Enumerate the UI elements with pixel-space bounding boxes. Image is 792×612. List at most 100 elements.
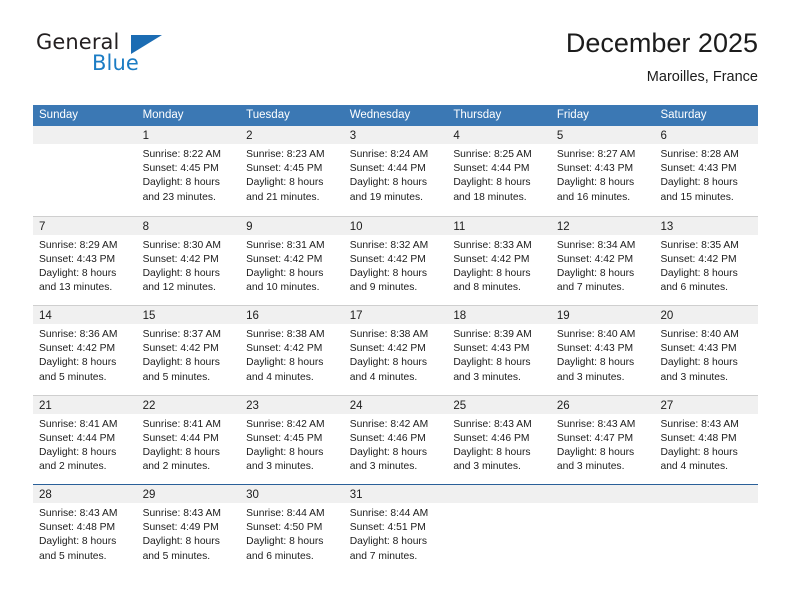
sunset-text: Sunset: 4:49 PM bbox=[142, 522, 219, 534]
day-details: Sunrise: 8:31 AM Sunset: 4:42 PM Daylight:… bbox=[240, 235, 344, 296]
day-cell[interactable]: 15 Sunrise: 8:37 AM Sunset: 4:42 PM Dayligh… bbox=[136, 306, 241, 395]
daylight-text-line1: Daylight: 8 hours bbox=[453, 177, 531, 189]
calendar-week-row: 7 Sunrise: 8:29 AM Sunset: 4:43 PM Daylight… bbox=[33, 215, 759, 305]
day-number-band bbox=[654, 485, 759, 503]
day-details: Sunrise: 8:43 AM Sunset: 4:48 PM Daylight:… bbox=[654, 414, 758, 475]
weekday-header-tuesday: Tuesday bbox=[246, 109, 290, 121]
day-cell[interactable]: 14 Sunrise: 8:36 AM Sunset: 4:42 PM Dayligh… bbox=[33, 306, 137, 395]
daylight-text-line2: and 13 minutes. bbox=[39, 282, 113, 294]
day-cell[interactable]: 7 Sunrise: 8:29 AM Sunset: 4:43 PM Daylight… bbox=[33, 216, 137, 305]
day-cell[interactable]: 16 Sunrise: 8:38 AM Sunset: 4:42 PM Dayligh… bbox=[240, 306, 344, 395]
sunset-text: Sunset: 4:45 PM bbox=[142, 163, 219, 175]
daylight-text-line2: and 3 minutes. bbox=[556, 371, 625, 383]
sunset-text: Sunset: 4:42 PM bbox=[246, 253, 323, 265]
day-cell[interactable]: 18 Sunrise: 8:39 AM Sunset: 4:43 PM Dayligh… bbox=[447, 306, 551, 395]
day-number: 27 bbox=[660, 399, 674, 412]
sunrise-text: Sunrise: 8:32 AM bbox=[349, 239, 429, 251]
day-cell[interactable]: 13 Sunrise: 8:35 AM Sunset: 4:42 PM Dayligh… bbox=[654, 216, 759, 305]
day-number: 20 bbox=[660, 310, 674, 322]
calendar-grid: Sunday Monday Tuesday Wednesday Thursday Frid… bbox=[33, 105, 759, 574]
calendar-week-row: 14 Sunrise: 8:36 AM Sunset: 4:42 PM Dayligh… bbox=[33, 305, 759, 395]
day-cell[interactable]: 28 Sunrise: 8:43 AM Sunset: 4:48 PM Dayligh… bbox=[33, 485, 137, 574]
day-number-band: 17 bbox=[343, 306, 448, 324]
page-title: December 2025 bbox=[565, 28, 758, 58]
day-number-band: 29 bbox=[136, 485, 241, 503]
day-cell[interactable]: 23 Sunrise: 8:42 AM Sunset: 4:45 PM Dayligh… bbox=[240, 395, 344, 484]
day-number-band: 22 bbox=[136, 395, 241, 414]
day-cell[interactable]: 22 Sunrise: 8:41 AM Sunset: 4:44 PM Dayligh… bbox=[136, 395, 241, 484]
sunrise-text: Sunrise: 8:29 AM bbox=[39, 239, 118, 251]
daylight-text-line2: and 10 minutes. bbox=[246, 282, 320, 294]
daylight-text-line2: and 19 minutes. bbox=[349, 191, 424, 203]
weekday-header-sunday: Sunday bbox=[39, 109, 79, 121]
day-details: Sunrise: 8:41 AM Sunset: 4:44 PM Daylight:… bbox=[33, 414, 137, 475]
day-details: Sunrise: 8:43 AM Sunset: 4:48 PM Daylight:… bbox=[33, 503, 137, 564]
sunrise-text: Sunrise: 8:40 AM bbox=[660, 329, 739, 340]
daylight-text-line1: Daylight: 8 hours bbox=[246, 177, 324, 189]
day-cell[interactable]: 1 Sunrise: 8:22 AM Sunset: 4:45 PM Daylight… bbox=[136, 126, 241, 216]
day-cell[interactable]: 26 Sunrise: 8:43 AM Sunset: 4:47 PM Dayligh… bbox=[550, 395, 655, 484]
day-cell[interactable]: 4 Sunrise: 8:25 AM Sunset: 4:44 PM Daylight… bbox=[447, 126, 551, 216]
day-cell[interactable]: 2 Sunrise: 8:23 AM Sunset: 4:45 PM Daylight… bbox=[240, 126, 344, 216]
sunset-text: Sunset: 4:42 PM bbox=[660, 253, 737, 265]
day-number-band: 25 bbox=[447, 395, 551, 414]
daylight-text-line1: Daylight: 8 hours bbox=[39, 446, 117, 458]
sunset-text: Sunset: 4:42 PM bbox=[556, 253, 634, 265]
daylight-text-line2: and 7 minutes. bbox=[349, 550, 418, 562]
sunrise-text: Sunrise: 8:41 AM bbox=[142, 418, 221, 430]
day-cell[interactable]: 3 Sunrise: 8:24 AM Sunset: 4:44 PM Daylight… bbox=[343, 126, 448, 216]
day-cell[interactable]: 29 Sunrise: 8:43 AM Sunset: 4:49 PM Dayligh… bbox=[136, 485, 241, 574]
day-number: 1 bbox=[142, 130, 149, 142]
general-blue-logo[interactable]: General Blue bbox=[33, 30, 223, 92]
sunset-text: Sunset: 4:43 PM bbox=[556, 163, 634, 175]
weekday-header-monday: Monday bbox=[142, 109, 184, 121]
day-cell[interactable]: 8 Sunrise: 8:30 AM Sunset: 4:42 PM Daylight… bbox=[136, 216, 241, 305]
daylight-text-line1: Daylight: 8 hours bbox=[660, 446, 738, 458]
day-number-band: 12 bbox=[550, 216, 655, 235]
day-cell[interactable]: 12 Sunrise: 8:34 AM Sunset: 4:42 PM Dayligh… bbox=[550, 216, 655, 305]
day-cell[interactable]: 10 Sunrise: 8:32 AM Sunset: 4:42 PM Dayligh… bbox=[343, 216, 448, 305]
page-subtitle: Maroilles, France bbox=[646, 69, 758, 85]
day-cell[interactable]: 17 Sunrise: 8:38 AM Sunset: 4:42 PM Dayligh… bbox=[343, 306, 448, 395]
daylight-text-line1: Daylight: 8 hours bbox=[39, 536, 117, 548]
day-number-band: 26 bbox=[550, 395, 655, 414]
day-cell[interactable]: 27 Sunrise: 8:43 AM Sunset: 4:48 PM Dayligh… bbox=[654, 395, 759, 484]
day-cell[interactable]: 30 Sunrise: 8:44 AM Sunset: 4:50 PM Dayligh… bbox=[240, 485, 344, 574]
day-cell[interactable]: 19 Sunrise: 8:40 AM Sunset: 4:43 PM Dayligh… bbox=[550, 306, 655, 395]
day-number-band bbox=[33, 126, 137, 144]
sunset-text: Sunset: 4:42 PM bbox=[142, 253, 219, 265]
day-details: Sunrise: 8:22 AM Sunset: 4:45 PM Daylight:… bbox=[137, 144, 241, 205]
day-cell[interactable]: 24 Sunrise: 8:42 AM Sunset: 4:46 PM Dayligh… bbox=[343, 395, 448, 484]
day-cell[interactable]: 11 Sunrise: 8:33 AM Sunset: 4:42 PM Dayligh… bbox=[447, 216, 551, 305]
day-details: Sunrise: 8:40 AM Sunset: 4:43 PM Daylight:… bbox=[551, 324, 655, 385]
day-number-band: 8 bbox=[136, 216, 241, 235]
weekday-header-row: Sunday Monday Tuesday Wednesday Thursday Frid… bbox=[33, 105, 758, 126]
day-number-band: 27 bbox=[654, 395, 759, 414]
day-cell[interactable]: 5 Sunrise: 8:27 AM Sunset: 4:43 PM Daylight… bbox=[550, 126, 655, 216]
daylight-text-line1: Daylight: 8 hours bbox=[246, 446, 324, 458]
weekday-header-thursday: Thursday bbox=[453, 109, 502, 121]
weekday-header-friday: Friday bbox=[556, 109, 589, 121]
sunset-text: Sunset: 4:50 PM bbox=[246, 522, 323, 534]
daylight-text-line2: and 2 minutes. bbox=[39, 461, 107, 473]
sunrise-text: Sunrise: 8:44 AM bbox=[246, 508, 325, 519]
day-details: Sunrise: 8:25 AM Sunset: 4:44 PM Daylight:… bbox=[447, 144, 551, 205]
day-cell[interactable]: 6 Sunrise: 8:28 AM Sunset: 4:43 PM Daylight… bbox=[654, 126, 759, 216]
sunrise-text: Sunrise: 8:25 AM bbox=[453, 149, 532, 160]
day-cell[interactable]: 31 Sunrise: 8:44 AM Sunset: 4:51 PM Dayligh… bbox=[343, 485, 448, 574]
daylight-text-line2: and 5 minutes. bbox=[142, 550, 211, 562]
day-cell[interactable]: 9 Sunrise: 8:31 AM Sunset: 4:42 PM Daylight… bbox=[240, 216, 344, 305]
sunrise-text: Sunrise: 8:42 AM bbox=[246, 418, 325, 430]
sunset-text: Sunset: 4:42 PM bbox=[142, 343, 219, 355]
day-cell[interactable]: 20 Sunrise: 8:40 AM Sunset: 4:43 PM Dayligh… bbox=[654, 306, 759, 395]
day-details: Sunrise: 8:23 AM Sunset: 4:45 PM Daylight:… bbox=[240, 144, 344, 205]
day-details bbox=[654, 503, 758, 507]
daylight-text-line2: and 2 minutes. bbox=[142, 461, 211, 473]
day-details: Sunrise: 8:32 AM Sunset: 4:42 PM Daylight:… bbox=[344, 235, 448, 296]
day-number-band: 3 bbox=[343, 126, 448, 144]
day-cell[interactable]: 25 Sunrise: 8:43 AM Sunset: 4:46 PM Dayligh… bbox=[447, 395, 551, 484]
sunset-text: Sunset: 4:43 PM bbox=[453, 343, 530, 355]
day-cell[interactable]: 21 Sunrise: 8:41 AM Sunset: 4:44 PM Dayligh… bbox=[33, 395, 137, 484]
day-details: Sunrise: 8:43 AM Sunset: 4:46 PM Daylight:… bbox=[447, 414, 551, 475]
daylight-text-line1: Daylight: 8 hours bbox=[453, 267, 531, 279]
